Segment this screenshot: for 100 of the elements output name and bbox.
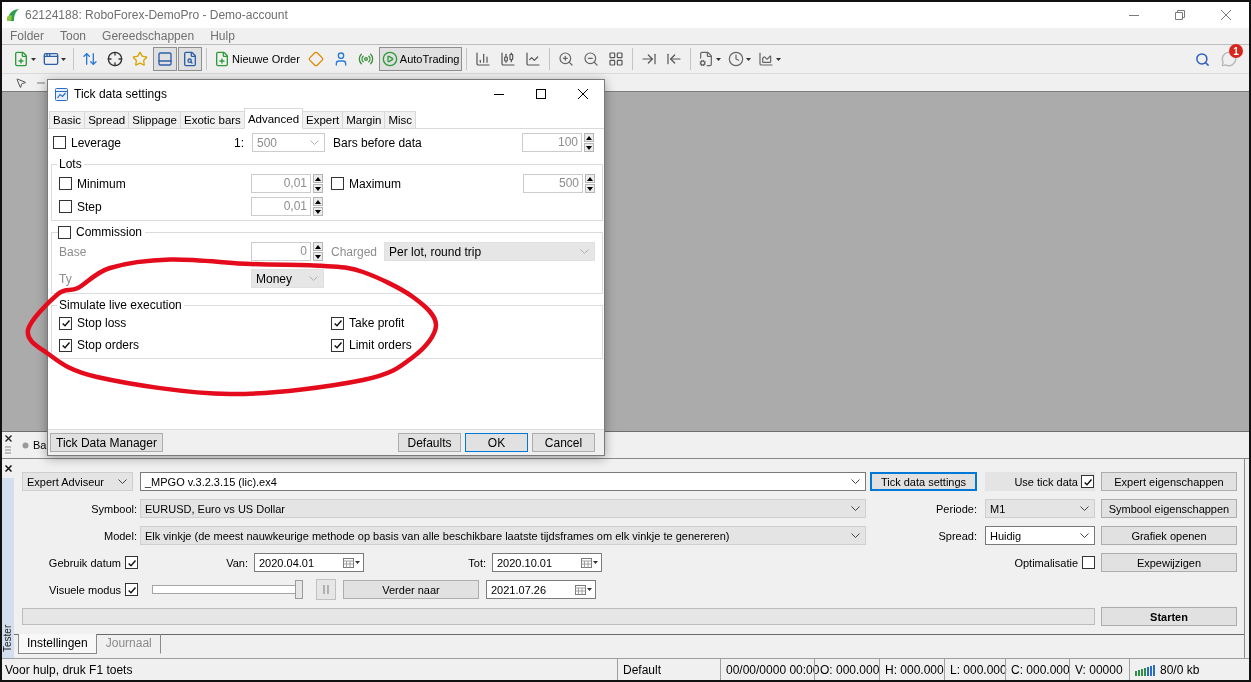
close-icon bbox=[4, 435, 12, 442]
spin-up-button[interactable] bbox=[313, 197, 323, 206]
side-button[interactable]: Symbool eigenschappen bbox=[1101, 499, 1237, 518]
spin-down-button[interactable] bbox=[585, 184, 595, 193]
spin-up-button[interactable] bbox=[584, 133, 594, 142]
checkbox[interactable] bbox=[59, 177, 72, 190]
spin-down-button[interactable] bbox=[313, 207, 323, 216]
spin-up-button[interactable] bbox=[313, 174, 323, 183]
dropdown[interactable]: EURUSD, Euro vs US Dollar bbox=[140, 499, 866, 518]
checkbox[interactable] bbox=[331, 338, 344, 352]
spin-down-button[interactable] bbox=[313, 184, 323, 193]
signal-bars-icon bbox=[1135, 663, 1155, 676]
dropdown[interactable]: Per lot, round trip bbox=[384, 242, 595, 261]
triangle-up-icon bbox=[315, 176, 321, 181]
checkbox[interactable] bbox=[58, 225, 71, 239]
spin-down-button[interactable] bbox=[313, 252, 323, 261]
window-icon bbox=[43, 51, 59, 67]
menu-item[interactable]: Gereedschappen bbox=[94, 28, 203, 44]
tab[interactable]: Instellingen bbox=[18, 634, 97, 654]
file-gear-icon bbox=[698, 51, 715, 67]
dropdown[interactable]: M1 bbox=[985, 499, 1095, 518]
chevron-down-icon bbox=[580, 249, 589, 254]
skip-to-button[interactable]: Verder naar bbox=[343, 580, 479, 599]
dialog-button[interactable]: OK bbox=[465, 433, 528, 452]
checkbox[interactable] bbox=[59, 200, 72, 213]
checkbox-option[interactable]: Use tick data bbox=[985, 472, 1095, 491]
side-button[interactable]: Expewijzigen bbox=[1101, 553, 1237, 572]
date-field[interactable]: 2020.10.01 bbox=[492, 553, 602, 572]
calendar-icon bbox=[343, 557, 354, 568]
checkbox[interactable] bbox=[1081, 475, 1094, 488]
dropdown[interactable]: _MPGO v.3.2.3.15 (lic).ex4 bbox=[140, 472, 866, 491]
dropdown[interactable]: 500 bbox=[252, 133, 325, 152]
number-field[interactable]: 0,01 bbox=[251, 174, 311, 193]
side-button[interactable]: Expert eigenschappen bbox=[1101, 472, 1237, 491]
checkbox[interactable] bbox=[59, 316, 72, 330]
dialog-button[interactable]: Cancel bbox=[532, 433, 595, 452]
field-label: Base bbox=[59, 244, 87, 259]
tab[interactable]: Exotic bars bbox=[180, 111, 245, 129]
checkbox[interactable] bbox=[59, 338, 72, 352]
cursor-icon bbox=[15, 76, 27, 89]
menu-item[interactable]: Toon bbox=[52, 28, 95, 44]
file-plus-icon bbox=[214, 51, 230, 67]
date-field[interactable]: 2021.07.26 bbox=[486, 580, 596, 599]
number-field[interactable]: 0,01 bbox=[251, 197, 311, 216]
dropdown[interactable]: Money bbox=[251, 269, 324, 288]
dropdown[interactable]: Huidig bbox=[985, 526, 1095, 545]
dialog-button[interactable]: Defaults bbox=[398, 433, 461, 452]
checkbox[interactable] bbox=[331, 316, 344, 330]
tab[interactable]: Margin bbox=[342, 111, 386, 129]
checkbox[interactable] bbox=[125, 583, 138, 596]
tab[interactable]: Misc bbox=[384, 111, 417, 129]
spin-down-button[interactable] bbox=[584, 143, 594, 152]
status-text: O: 000.000 bbox=[820, 662, 880, 677]
tab[interactable]: Basic bbox=[49, 111, 86, 129]
speed-slider[interactable] bbox=[152, 580, 303, 599]
search-icon bbox=[1195, 51, 1210, 67]
tab[interactable]: Spread bbox=[84, 111, 130, 129]
bar-chart-icon bbox=[475, 51, 492, 67]
panel-side-tab[interactable]: Tester bbox=[2, 478, 14, 658]
tab[interactable]: Advanced bbox=[243, 108, 304, 129]
status-text: H: 000.000 bbox=[885, 662, 944, 677]
status-text: 00/00/0000 00:00 bbox=[726, 662, 820, 677]
toolbar-button[interactable] bbox=[178, 47, 202, 71]
menu-item[interactable]: Hulp bbox=[202, 28, 243, 44]
dropdown[interactable]: Elk vinkje (de meest nauwkeurige methode op basis van alle beschikbare laatste tijdsframes om elk vinkje te genereren) bbox=[140, 526, 866, 545]
status-text: Default bbox=[623, 662, 662, 677]
autotrading-button[interactable]: AutoTrading bbox=[378, 47, 463, 71]
checkbox[interactable] bbox=[331, 177, 344, 190]
status-text: C: 000.000 bbox=[1011, 662, 1070, 677]
tick-data-settings-button[interactable]: Tick data settings bbox=[870, 472, 977, 491]
menu-item[interactable]: Folder bbox=[2, 28, 52, 44]
caret-icon bbox=[61, 57, 66, 61]
close-icon bbox=[1221, 10, 1231, 20]
star-icon bbox=[132, 51, 148, 67]
app-logo-icon bbox=[6, 8, 20, 22]
checkbox[interactable] bbox=[1082, 556, 1095, 569]
maximize-icon bbox=[536, 89, 546, 99]
dialog-button[interactable]: Tick Data Manager bbox=[50, 433, 163, 452]
date-field[interactable]: 2020.04.01 bbox=[254, 553, 364, 572]
caret-icon bbox=[746, 57, 752, 61]
spin-up-button[interactable] bbox=[585, 174, 595, 183]
close-icon bbox=[4, 465, 12, 472]
field-label: Tot: bbox=[468, 556, 486, 569]
spin-up-button[interactable] bbox=[313, 242, 323, 251]
checkbox[interactable] bbox=[53, 136, 66, 149]
slider-thumb[interactable] bbox=[295, 580, 303, 599]
side-button[interactable]: Grafiek openen bbox=[1101, 526, 1237, 545]
panel-icon bbox=[157, 51, 173, 67]
pause-icon bbox=[323, 585, 329, 594]
tab[interactable]: Slippage bbox=[128, 111, 181, 129]
diamond-icon bbox=[307, 51, 324, 67]
restore-icon bbox=[1175, 10, 1185, 20]
new-order-button[interactable]: Nieuwe Order bbox=[211, 47, 303, 71]
number-field[interactable]: 0 bbox=[251, 242, 311, 261]
checkbox[interactable] bbox=[125, 556, 138, 569]
start-button[interactable]: Starten bbox=[1101, 607, 1237, 626]
dropdown[interactable]: Expert Adviseur bbox=[22, 472, 133, 491]
tab[interactable]: Ba bbox=[22, 439, 47, 451]
tab[interactable]: Expert bbox=[302, 111, 344, 129]
number-field[interactable]: 500 bbox=[523, 174, 583, 193]
